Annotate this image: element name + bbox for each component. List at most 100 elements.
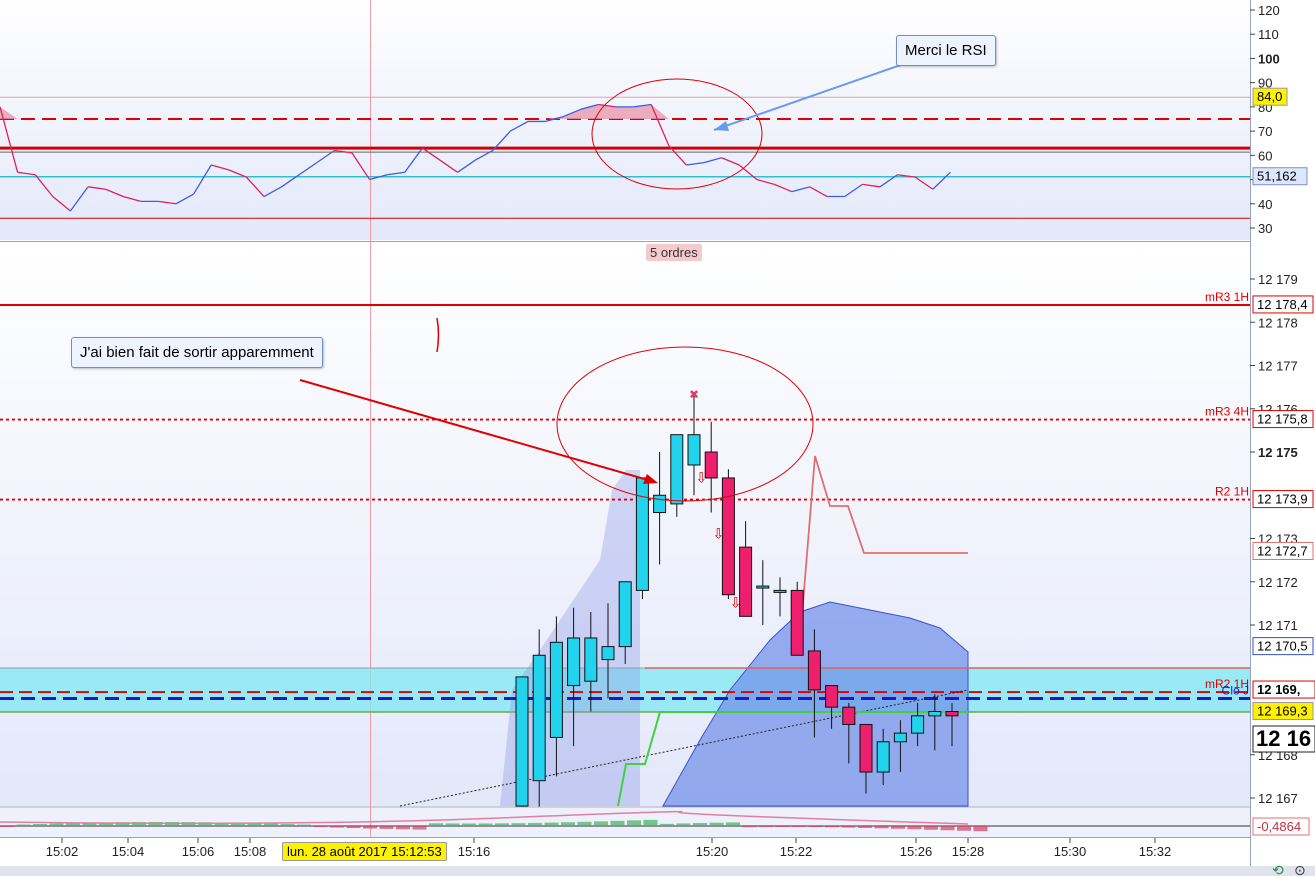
candle-body <box>945 711 959 717</box>
candle-body <box>790 589 804 656</box>
candle-body <box>601 646 615 661</box>
candle-body <box>842 706 856 725</box>
level-value: 12 169, <box>1257 682 1300 697</box>
candle-body <box>911 715 925 734</box>
down-arrow-icon: ⇩ <box>695 469 707 485</box>
exit-callout: J'ai bien fait de sortir apparemment <box>71 337 323 368</box>
osc-bar <box>363 826 377 829</box>
candle-body <box>515 676 529 807</box>
last-price-label: 12 16 <box>1256 726 1311 751</box>
candle-body <box>893 732 907 743</box>
candle-body <box>807 650 821 691</box>
cursor-date-label: lun. 28 août 2017 15:12:53 <box>282 842 447 861</box>
price-chart: mR3 1HmR3 4HR2 1HmR2 1HClo J✖⇩⇩⇩ 12 1791… <box>0 0 1315 876</box>
rsi-tick-label: 120 <box>1258 3 1280 18</box>
osc-bar <box>544 822 559 826</box>
osc-bar <box>330 826 344 828</box>
osc-bar <box>709 822 724 826</box>
time-tick-label: 15:22 <box>780 844 813 859</box>
osc-bar <box>627 820 641 826</box>
osc-bar <box>16 824 31 826</box>
osc-bar <box>33 824 47 826</box>
price-tick-label: 12 178 <box>1258 315 1298 330</box>
trading-chart-screen: mR3 1H mR3 4H R2 1H mR2 1H Clo J ✖ ⇩ ⇩ ⇩ 12 179 1… <box>0 0 1315 876</box>
orders-badge[interactable]: 5 ordres <box>646 244 702 261</box>
osc-bar <box>660 823 674 826</box>
time-tick-label: 15:06 <box>182 844 215 859</box>
osc-bar <box>495 823 509 826</box>
candle-body <box>549 641 563 738</box>
rsi-upper-value: 84,0 <box>1257 89 1282 104</box>
osc-bar <box>759 826 773 828</box>
osc-bar <box>973 826 988 832</box>
rsi-callout: Merci le RSI <box>896 35 996 66</box>
time-tick-label: 15:30 <box>1054 844 1087 859</box>
osc-bar <box>346 826 361 829</box>
osc-bar <box>445 823 460 826</box>
candle-body <box>567 637 581 687</box>
candle-body <box>825 685 839 708</box>
osc-bar <box>478 823 493 826</box>
candle-body <box>876 741 890 773</box>
candle-body <box>584 637 598 682</box>
time-tick-label: 15:32 <box>1139 844 1172 859</box>
osc-bar <box>676 823 691 826</box>
osc-bar <box>528 822 542 826</box>
level-value: 12 169,3 <box>1257 704 1308 719</box>
price-tick-label: 12 179 <box>1258 272 1298 287</box>
osc-bar <box>280 824 295 826</box>
refresh-icon: ⟲ <box>1272 862 1284 876</box>
price-tick-label: 12 172 <box>1258 575 1298 590</box>
osc-bar <box>924 826 938 830</box>
candle-body <box>687 434 701 466</box>
osc-bar <box>561 822 575 826</box>
osc-value: -0,4864 <box>1257 819 1301 834</box>
rsi-tick-label: 100 <box>1258 51 1280 66</box>
price-label: 12 172,7 <box>1257 543 1308 558</box>
level-label: mR3 1H <box>1205 290 1249 304</box>
osc-bar <box>858 826 872 828</box>
osc-bar <box>891 826 905 829</box>
price-tick-label: 12 171 <box>1258 618 1298 633</box>
osc-bar <box>907 826 922 830</box>
osc-bar <box>808 826 823 828</box>
osc-bar <box>610 820 625 826</box>
level-value: 12 175,8 <box>1257 412 1308 427</box>
osc-bar <box>313 826 328 828</box>
time-tick-label: 15:16 <box>458 844 491 859</box>
rsi-tick-label: 30 <box>1258 221 1272 236</box>
down-arrow-icon: ⇩ <box>730 595 742 611</box>
osc-bar <box>511 823 526 826</box>
osc-bar <box>379 826 394 829</box>
candle-body <box>928 711 942 717</box>
target-icon: ⊙ <box>1294 862 1306 876</box>
rsi-tick-label: 110 <box>1258 27 1279 42</box>
rsi-tick-label: 70 <box>1258 124 1272 139</box>
candle-body <box>653 494 667 514</box>
level-label: R2 1H <box>1215 485 1249 499</box>
candle-body <box>859 723 873 773</box>
osc-bar <box>841 826 856 828</box>
level-label: Clo J <box>1222 684 1249 698</box>
candle-body <box>618 581 632 648</box>
candle-body <box>635 477 649 591</box>
candle-body <box>773 589 787 593</box>
price-label: 12 170,5 <box>1257 639 1308 654</box>
osc-bar <box>577 821 592 826</box>
price-tick-label: 12 175 <box>1258 445 1298 460</box>
time-tick-label: 15:20 <box>696 844 729 859</box>
level-label: mR3 4H <box>1205 405 1249 419</box>
rsi-current-value: 51,162 <box>1257 169 1297 184</box>
price-tick-label: 12 177 <box>1258 359 1298 374</box>
osc-bar <box>643 819 658 826</box>
osc-bar <box>742 826 757 828</box>
osc-bar <box>940 826 955 831</box>
osc-bar <box>792 826 806 828</box>
time-tick-label: 15:26 <box>900 844 933 859</box>
osc-bar <box>462 823 476 826</box>
candle-body <box>756 585 770 589</box>
candle-body <box>670 434 684 505</box>
level-value: 12 178,4 <box>1257 297 1308 312</box>
time-tick-label: 15:02 <box>46 844 79 859</box>
time-tick-label: 15:04 <box>112 844 145 859</box>
